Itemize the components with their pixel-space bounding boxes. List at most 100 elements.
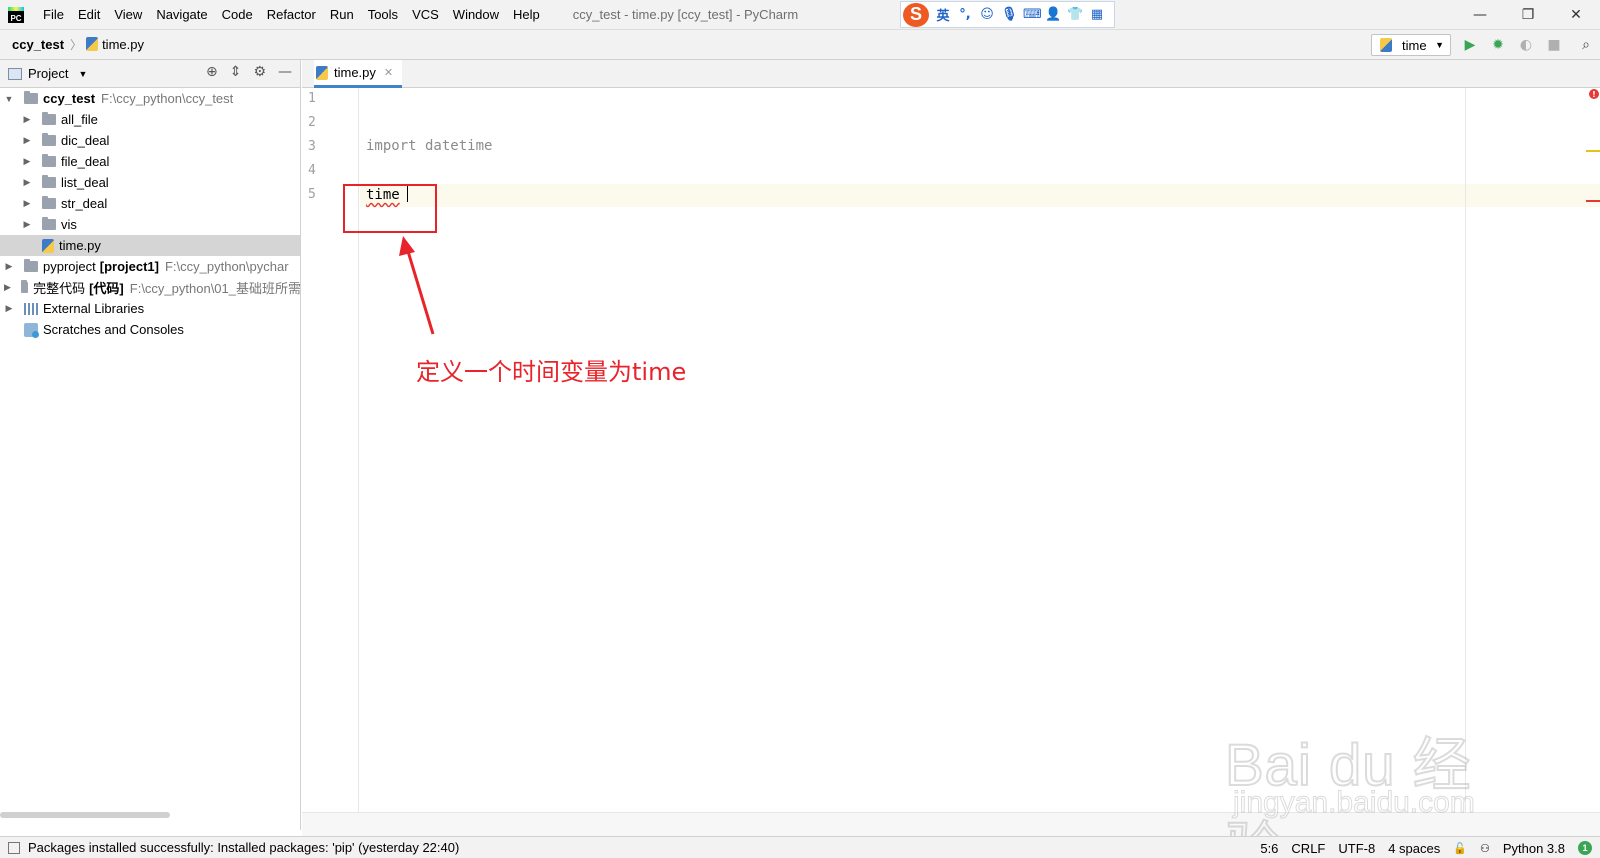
sogou-logo-icon[interactable]: S	[903, 2, 929, 27]
mic-icon[interactable]: 🎙	[1001, 7, 1018, 22]
chevron-right-icon[interactable]: ▶	[4, 261, 14, 272]
close-tab-icon[interactable]: ✕	[384, 66, 393, 79]
code-line-3[interactable]: import datetime	[366, 138, 492, 154]
grid-icon[interactable]: ▦	[1089, 7, 1105, 22]
folder-icon	[42, 133, 56, 146]
menu-edit[interactable]: Edit	[71, 0, 107, 30]
error-indicator-icon[interactable]: !	[1589, 89, 1599, 99]
tree-item-label: vis	[61, 217, 77, 232]
status-message[interactable]: Packages installed successfully: Install…	[28, 840, 459, 855]
tree-item-vis[interactable]: ▶ vis	[0, 214, 300, 235]
menu-code[interactable]: Code	[215, 0, 260, 30]
tree-item-label: file_deal	[61, 154, 110, 169]
debug-icon[interactable]: ✹	[1488, 35, 1508, 55]
skin-icon[interactable]: 👕	[1067, 7, 1083, 22]
chevron-right-icon[interactable]: ▶	[22, 198, 32, 209]
python-file-icon	[86, 37, 99, 51]
tree-item-path: F:\ccy_python\pychar	[164, 259, 289, 274]
tree-item-scratches[interactable]: Scratches and Consoles	[0, 319, 300, 340]
keyboard-icon[interactable]: ⌨	[1023, 7, 1042, 22]
tab-time-py[interactable]: time.py ✕	[314, 60, 402, 88]
error-stripe-marker[interactable]	[1586, 200, 1600, 202]
collapse-all-icon[interactable]: ⇕	[230, 64, 242, 80]
tree-item-path: F:\ccy_python\01_基础班所需	[129, 281, 301, 296]
menu-vcs[interactable]: VCS	[405, 0, 446, 30]
chevron-right-icon[interactable]: ▶	[22, 114, 32, 125]
chevron-right-icon[interactable]: ▶	[22, 156, 32, 167]
folder-icon	[24, 259, 38, 272]
ime-mode-toggle[interactable]: 英	[935, 5, 951, 24]
file-encoding[interactable]: UTF-8	[1338, 841, 1375, 856]
menu-window[interactable]: Window	[446, 0, 506, 30]
run-config-label: time	[1402, 37, 1427, 53]
close-icon[interactable]: ✕	[1552, 0, 1600, 30]
punctuation-icon[interactable]: °,	[957, 7, 973, 22]
python-interpreter[interactable]: Python 3.8	[1503, 841, 1565, 856]
breadcrumb-root[interactable]: ccy_test	[0, 37, 64, 52]
title-bar: PC File Edit View Navigate Code Refactor…	[0, 0, 1600, 30]
chevron-down-icon[interactable]: ▼	[4, 94, 14, 104]
breadcrumb-file[interactable]: time.py	[86, 37, 144, 52]
tree-item-all-file[interactable]: ▶ all_file	[0, 109, 300, 130]
locate-icon[interactable]: ⊕	[206, 64, 218, 80]
menu-refactor[interactable]: Refactor	[260, 0, 323, 30]
watermark-url: jingyan.baidu.com	[1233, 786, 1476, 820]
coverage-icon[interactable]: ◐	[1516, 35, 1536, 55]
chevron-right-icon[interactable]: ▶	[22, 177, 32, 188]
tree-item-label: list_deal	[61, 175, 109, 190]
project-icon	[8, 67, 22, 80]
tree-horizontal-scrollbar[interactable]	[0, 812, 170, 818]
inspector-icon[interactable]: ⚇	[1480, 842, 1490, 855]
tree-item-list-deal[interactable]: ▶ list_deal	[0, 172, 300, 193]
tree-item-label-suffix: [project1]	[99, 259, 159, 274]
tree-item-str-deal[interactable]: ▶ str_deal	[0, 193, 300, 214]
chevron-right-icon[interactable]: ▶	[4, 303, 14, 314]
project-panel-actions: ⊕ ⇕ ⚙ —	[206, 64, 292, 80]
tree-item-pyproject[interactable]: ▶ pyproject [project1] F:\ccy_python\pyc…	[0, 256, 300, 277]
search-icon[interactable]: ⌕	[1576, 35, 1596, 55]
tree-item-label: time.py	[59, 238, 101, 253]
annotation-highlight-box	[343, 184, 437, 233]
menu-tools[interactable]: Tools	[361, 0, 405, 30]
stop-icon[interactable]: ■	[1544, 35, 1564, 55]
chevron-right-icon[interactable]: ▶	[22, 135, 32, 146]
tree-item-ccy-test[interactable]: ▼ ccy_test F:\ccy_python\ccy_test	[0, 88, 300, 109]
caret-position[interactable]: 5:6	[1260, 841, 1278, 856]
hide-panel-icon[interactable]: —	[278, 64, 292, 80]
run-icon[interactable]: ▶	[1460, 35, 1480, 55]
warning-stripe-marker[interactable]	[1586, 150, 1600, 152]
chevron-down-icon: ▼	[1435, 40, 1444, 50]
toggle-tool-windows-icon[interactable]	[8, 841, 20, 854]
project-view-select[interactable]: Project ▼	[8, 66, 87, 81]
indent-setting[interactable]: 4 spaces	[1388, 841, 1440, 856]
restore-icon[interactable]: ❐	[1504, 0, 1552, 30]
menu-run[interactable]: Run	[323, 0, 361, 30]
tree-item-dic-deal[interactable]: ▶ dic_deal	[0, 130, 300, 151]
tree-item-label: ccy_test	[43, 91, 96, 106]
tree-item-external-libraries[interactable]: ▶ External Libraries	[0, 298, 300, 319]
navigation-bar: ccy_test 〉 time.py time ▼ ▶ ✹ ◐ ■ ⌕	[0, 30, 1600, 60]
tree-item-time-py[interactable]: time.py	[0, 235, 300, 256]
event-log-badge[interactable]: 1	[1578, 841, 1592, 855]
annotation-arrow	[399, 236, 435, 335]
line-separator[interactable]: CRLF	[1291, 841, 1325, 856]
run-config-select[interactable]: time ▼	[1371, 34, 1451, 56]
chevron-right-icon[interactable]: ▶	[22, 219, 32, 230]
baidu-watermark: Bai du 经验 jingyan.baidu.com	[1224, 690, 1515, 858]
tab-label: time.py	[334, 65, 376, 80]
gear-icon[interactable]: ⚙	[253, 64, 266, 80]
user-icon[interactable]: 👤	[1045, 7, 1061, 22]
menu-help[interactable]: Help	[506, 0, 547, 30]
library-icon	[24, 302, 38, 315]
tree-item-file-deal[interactable]: ▶ file_deal	[0, 151, 300, 172]
menu-view[interactable]: View	[107, 0, 149, 30]
lock-icon[interactable]: 🔓	[1453, 842, 1467, 855]
tree-item-full-code[interactable]: ▶ 完整代码 [代码] F:\ccy_python\01_基础班所需	[0, 277, 301, 298]
minimize-icon[interactable]: —	[1456, 0, 1504, 30]
line-number: 3	[308, 139, 316, 154]
line-number: 2	[308, 115, 316, 130]
chevron-right-icon[interactable]: ▶	[4, 282, 11, 293]
menu-navigate[interactable]: Navigate	[149, 0, 214, 30]
menu-file[interactable]: File	[36, 0, 71, 30]
emoji-icon[interactable]: ☺	[979, 7, 995, 22]
